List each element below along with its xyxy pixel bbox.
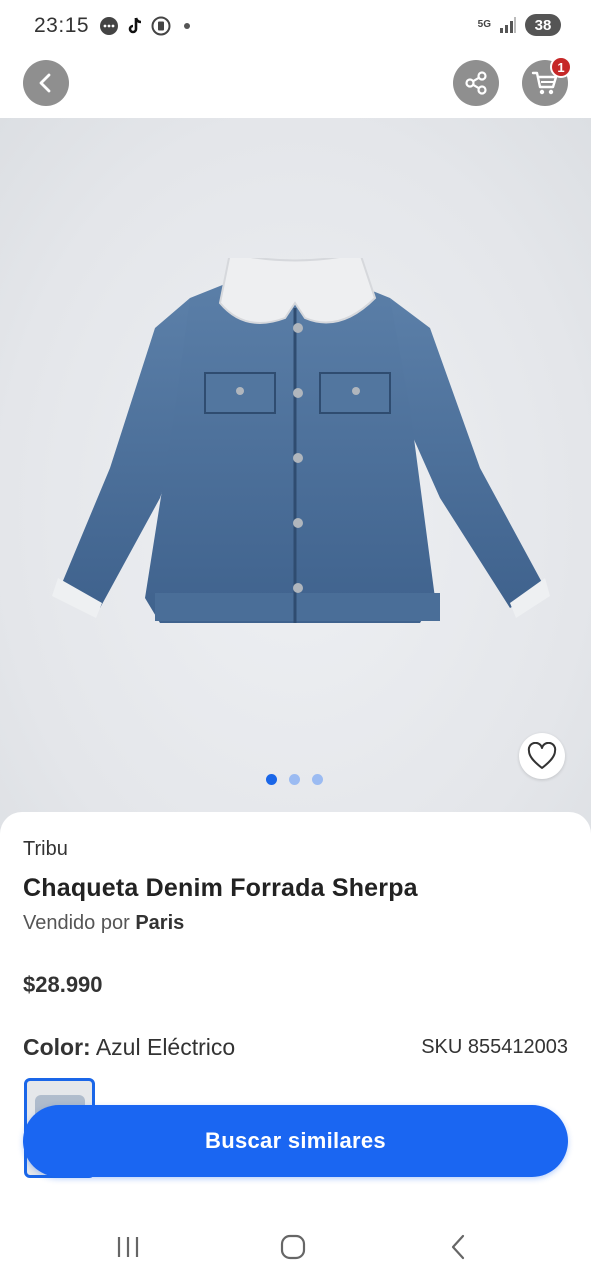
home-button[interactable] <box>276 1232 310 1262</box>
color-label: Color: <box>23 1034 91 1060</box>
product-title: Chaqueta Denim Forrada Sherpa <box>23 874 418 902</box>
product-brand[interactable]: Tribu <box>23 838 68 861</box>
pagination-dot[interactable] <box>312 774 323 785</box>
pagination-dot[interactable] <box>289 774 300 785</box>
recents-button[interactable] <box>111 1232 145 1262</box>
back-arrow-icon <box>39 73 51 93</box>
cart-count-badge: 1 <box>550 56 572 78</box>
top-nav: 1 <box>0 56 591 118</box>
more-notifications-icon <box>184 23 190 29</box>
product-sku: SKU 855412003 <box>421 1036 568 1058</box>
pagination-dot-active[interactable] <box>266 774 277 785</box>
recents-icon <box>117 1237 139 1257</box>
system-back-button[interactable] <box>442 1232 476 1262</box>
signal-icon <box>497 14 519 36</box>
product-price: $28.990 <box>23 972 103 997</box>
color-row: Color: Azul Eléctrico <box>23 1034 235 1061</box>
seller-info: Vendido por Paris <box>23 912 184 935</box>
seller-prefix: Vendido por <box>23 912 130 934</box>
favorite-button[interactable] <box>519 733 565 779</box>
chevron-left-icon <box>451 1234 465 1260</box>
message-icon <box>98 15 120 37</box>
home-icon <box>280 1234 306 1260</box>
system-navigation-bar <box>0 1212 591 1280</box>
cart-button[interactable]: 1 <box>522 56 572 106</box>
network-type: 5G <box>477 19 491 30</box>
battery-indicator: 38 <box>525 14 561 36</box>
heart-icon <box>527 742 557 769</box>
system-status-icons: 5G 38 <box>478 14 561 36</box>
search-similar-button[interactable]: Buscar similares <box>23 1105 568 1177</box>
share-button[interactable] <box>453 60 499 106</box>
seller-name: Paris <box>135 912 185 934</box>
notification-icons <box>98 15 190 37</box>
tiktok-icon <box>124 15 146 37</box>
status-time: 23:15 <box>34 14 90 37</box>
back-button[interactable] <box>23 60 69 106</box>
product-image-gallery[interactable] <box>0 118 591 838</box>
share-icon <box>465 71 487 95</box>
gallery-pagination <box>266 774 323 785</box>
status-bar: 23:15 5G 38 <box>0 0 591 56</box>
app-icon <box>150 15 172 37</box>
product-image <box>52 258 550 623</box>
color-value: Azul Eléctrico <box>95 1034 236 1060</box>
